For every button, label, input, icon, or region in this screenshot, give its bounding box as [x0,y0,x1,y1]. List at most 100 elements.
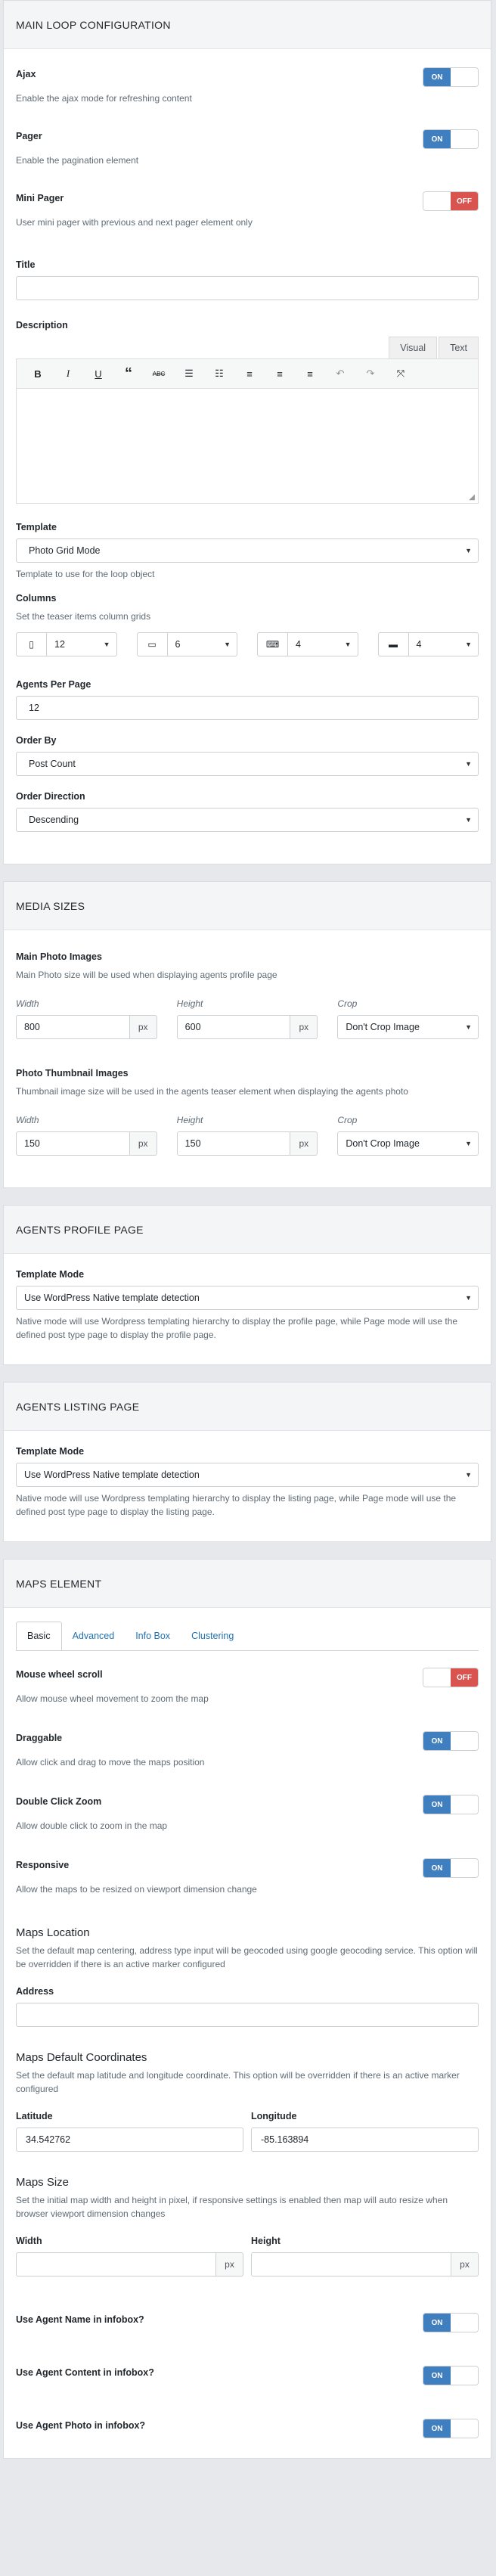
mouse-wheel-toggle[interactable]: OFF [423,1668,479,1687]
longitude-input[interactable]: -85.163894 [251,2128,479,2152]
mini-pager-toggle[interactable]: OFF [423,191,479,211]
blockquote-icon[interactable]: “ [113,362,144,385]
italic-icon[interactable]: I [53,362,83,385]
thumb-crop-select[interactable]: Don't Crop Image ▼ [337,1131,479,1156]
thumb-height-input[interactable]: 150 px [176,1131,318,1156]
thumb-photo-label: Photo Thumbnail Images [16,1068,129,1079]
bullet-list-icon[interactable]: ☰ [174,362,204,385]
thumb-width-input[interactable]: 150 px [16,1131,157,1156]
order-direction-select[interactable]: Descending ▼ [16,808,479,832]
ajax-help: Enable the ajax mode for refreshing cont… [16,93,192,104]
title-input[interactable] [16,276,479,300]
maps-tabs: Basic Advanced Info Box Clustering [16,1622,479,1651]
tab-basic[interactable]: Basic [16,1622,62,1650]
tab-text[interactable]: Text [439,337,479,359]
title-label: Title [16,259,36,270]
template-label: Template [16,522,57,532]
map-width-label: Width [16,2236,42,2246]
latitude-input[interactable]: 34.542762 [16,2128,243,2152]
responsive-toggle[interactable]: ON [423,1858,479,1878]
agents-profile-panel: AGENTS PROFILE PAGE Template Mode Use Wo… [3,1205,491,1365]
tab-clustering[interactable]: Clustering [181,1622,244,1650]
ajax-toggle[interactable]: ON [423,67,479,87]
order-direction-label: Order Direction [16,791,85,802]
chevron-down-icon: ▼ [465,1294,472,1302]
panel-title: AGENTS PROFILE PAGE [16,1223,144,1236]
latitude-label: Latitude [16,2111,53,2121]
order-by-select[interactable]: Post Count ▼ [16,752,479,776]
chevron-down-icon: ▼ [465,760,472,768]
template-select[interactable]: Photo Grid Mode ▼ [16,538,479,563]
address-input[interactable] [16,2003,479,2027]
ajax-label: Ajax [16,69,36,79]
tab-info-box[interactable]: Info Box [125,1622,181,1650]
main-width-input[interactable]: 800 px [16,1015,157,1039]
chevron-down-icon: ▼ [465,1023,473,1031]
pager-toggle[interactable]: ON [423,129,479,149]
resize-handle-icon[interactable]: ◢ [469,493,475,501]
undo-icon[interactable]: ↶ [325,362,355,385]
description-editor[interactable]: ◢ [16,389,479,504]
agent-name-label: Use Agent Name in infobox? [16,2314,144,2325]
align-left-icon[interactable]: ≡ [234,362,265,385]
maps-location-help: Set the default map centering, address t… [16,1945,478,1969]
mouse-wheel-help: Allow mouse wheel movement to zoom the m… [16,1693,209,1704]
responsive-label: Responsive [16,1860,70,1870]
columns-tablet[interactable]: ▭ 6 ▼ [136,632,237,656]
profile-template-select[interactable]: Use WordPress Native template detection ▼ [16,1286,479,1310]
tab-advanced[interactable]: Advanced [62,1622,126,1650]
address-label: Address [16,1986,54,1997]
map-width-input[interactable]: px [16,2252,243,2277]
mini-pager-label: Mini Pager [16,193,64,203]
columns-phone[interactable]: ▯ 12 ▼ [16,632,117,656]
agents-per-page-input[interactable]: 12 [16,696,479,720]
redo-icon[interactable]: ↷ [355,362,386,385]
profile-template-help: Native mode will use Wordpress templatin… [16,1316,458,1340]
columns-label: Columns [16,593,57,604]
template-help: Template to use for the loop object [16,569,155,579]
chevron-down-icon: ▼ [465,547,472,554]
main-photo-help: Main Photo size will be used when displa… [16,970,277,980]
main-crop-select[interactable]: Don't Crop Image ▼ [337,1015,479,1039]
chevron-down-icon: ▼ [465,816,472,824]
thumb-photo-help: Thumbnail image size will be used in the… [16,1086,408,1097]
double-click-label: Double Click Zoom [16,1796,102,1807]
bold-icon[interactable]: B [23,362,53,385]
main-height-input[interactable]: 600 px [176,1015,318,1039]
align-right-icon[interactable]: ≡ [295,362,325,385]
fullscreen-icon[interactable]: ⤧ [386,362,416,385]
media-sizes-panel: MEDIA SIZES Main Photo Images Main Photo… [3,881,491,1188]
double-click-toggle[interactable]: ON [423,1795,479,1814]
agent-photo-toggle[interactable]: ON [423,2419,479,2438]
listing-template-select[interactable]: Use WordPress Native template detection ▼ [16,1463,479,1487]
double-click-help: Allow double click to zoom in the map [16,1820,168,1831]
maps-coords-help: Set the default map latitude and longitu… [16,2070,460,2094]
map-height-input[interactable]: px [251,2252,479,2277]
align-center-icon[interactable]: ≡ [265,362,295,385]
listing-template-label: Template Mode [16,1446,85,1457]
agent-photo-label: Use Agent Photo in infobox? [16,2420,146,2431]
order-by-label: Order By [16,735,57,746]
listing-template-help: Native mode will use Wordpress templatin… [16,1493,457,1517]
draggable-toggle[interactable]: ON [423,1731,479,1751]
panel-title: MEDIA SIZES [16,899,85,912]
main-loop-panel: MAIN LOOP CONFIGURATION Ajax ON Enable t… [3,0,491,864]
agent-name-toggle[interactable]: ON [423,2313,479,2332]
maps-coords-heading: Maps Default Coordinates [16,2051,147,2064]
pager-label: Pager [16,131,42,141]
map-height-label: Height [251,2236,281,2246]
underline-icon[interactable]: U [83,362,113,385]
mini-pager-help: User mini pager with previous and next p… [16,217,253,228]
agents-listing-panel: AGENTS LISTING PAGE Template Mode Use Wo… [3,1382,491,1542]
mouse-wheel-label: Mouse wheel scroll [16,1669,103,1680]
agent-content-toggle[interactable]: ON [423,2366,479,2385]
chevron-down-icon: ▼ [465,1471,472,1479]
panel-header: MAIN LOOP CONFIGURATION [4,1,491,49]
tab-visual[interactable]: Visual [389,337,438,359]
panel-title: MAIN LOOP CONFIGURATION [16,18,171,31]
columns-laptop[interactable]: ⌨ 4 ▼ [257,632,358,656]
columns-desktop[interactable]: ▬ 4 ▼ [377,632,479,656]
numbered-list-icon[interactable]: ☷ [204,362,234,385]
strikethrough-icon[interactable]: ABC [144,362,174,385]
longitude-label: Longitude [251,2111,297,2121]
